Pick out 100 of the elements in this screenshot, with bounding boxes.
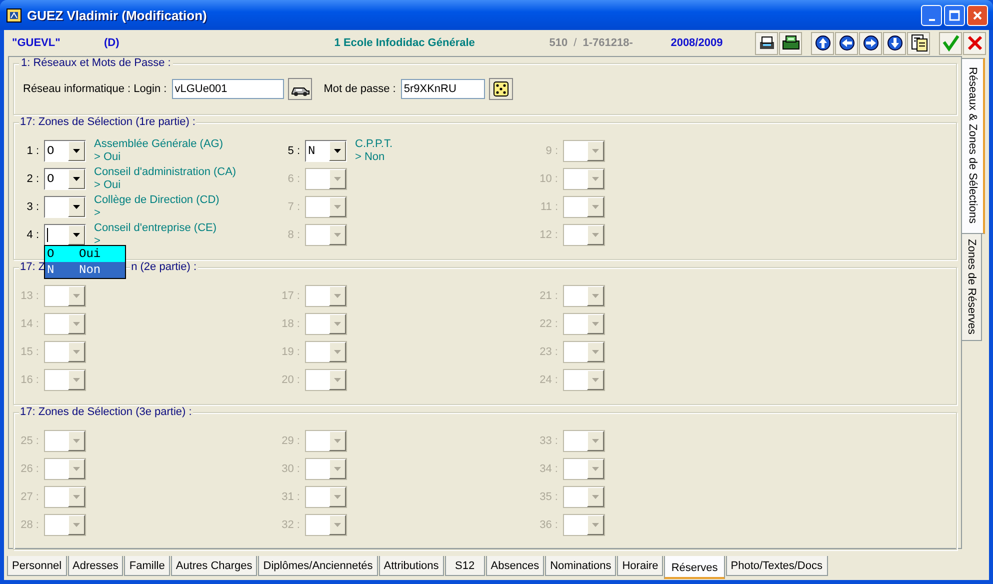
dropdown-arrow-icon [334,205,341,209]
zone-number: 14 : [20,317,40,332]
dropdown-arrow-icon [334,495,341,499]
minimize-button[interactable] [921,4,942,26]
tab[interactable]: Absences [486,556,544,576]
window-title: GUEZ Vladimir (Modification) [27,8,207,22]
zone-description: C.P.P.T. [355,138,393,151]
dropdown-arrow-icon [592,205,599,209]
dropdown-arrow-icon [73,350,80,354]
record-number: 510 [549,37,568,49]
zone-dropdown[interactable]: O [44,168,86,190]
document-button[interactable] [907,32,930,54]
close-button[interactable] [963,32,986,54]
tab[interactable]: Diplômes/Anciennetés [258,556,378,576]
zone-number: 1 : [26,144,40,159]
dropdown-arrow-icon [334,322,341,326]
dropdown-arrow-icon [334,523,341,527]
dropdown-arrow-icon [334,467,341,471]
document-icon [908,33,928,53]
tab[interactable]: Personnel [7,556,67,576]
tab[interactable]: Horaire [617,556,664,576]
up-arrow-button[interactable] [811,32,834,54]
right-arrow-button[interactable] [859,32,882,54]
section-title: n (2e partie) : [130,261,198,273]
zone-number: 19 : [280,345,301,360]
zone-answer: > Oui [94,151,122,164]
dropdown-arrow-icon [334,233,341,237]
login-field[interactable]: vLGUe001 [172,79,284,99]
dropdown-arrow-icon [592,177,599,181]
maximize-button[interactable] [944,4,965,26]
dropdown-arrow-icon [73,205,80,209]
zone-number: 28 : [20,518,40,533]
zone-number: 4 : [26,228,40,243]
down-arrow-button[interactable] [883,32,906,54]
zone-number: 13 : [20,289,40,304]
tab[interactable]: S12 [444,556,485,576]
school-year: 2008/2009 [670,37,723,49]
tab[interactable]: Nominations [545,556,616,576]
dropdown-arrow-icon [592,467,599,471]
dropdown-option[interactable]: N Non [45,262,125,278]
dropdown-arrow-icon [73,495,80,499]
side-tab[interactable]: Réseaux & Zones de Sélections [962,58,985,234]
separator: / [574,37,577,49]
tab[interactable]: Réserves [664,556,725,579]
zone-answer: > [94,235,102,248]
close-icon [972,10,983,20]
zone-number: 16 : [20,373,40,388]
zone-number: 30 : [280,462,301,477]
zone-number: 27 : [20,490,40,505]
tab[interactable]: Autres Charges [170,556,258,576]
reference-number: 1-761218- [582,37,634,49]
dropdown-arrow-icon [334,350,341,354]
tab[interactable]: Famille [124,556,170,576]
dice-icon [492,80,510,98]
zone-number: 32 : [280,518,301,533]
tab[interactable]: Adresses [68,556,124,576]
zone-number: 20 : [280,373,301,388]
password-field[interactable]: 5r9XKnRU [400,79,485,99]
tab[interactable]: Photo/Textes/Docs [726,556,828,576]
section-title: 1: Réseaux et Mots de Passe : [19,57,173,69]
checkmark-icon [940,33,960,53]
dropdown-arrow-icon [592,350,599,354]
printer-button[interactable] [755,32,778,54]
zone-answer: > Non [355,151,386,164]
employee-code: "GUEVL" [12,37,62,49]
dropdown-arrow-icon [592,439,599,443]
dropdown-arrow-icon [334,378,341,382]
zone-dropdown[interactable] [44,224,86,246]
zone-dropdown[interactable]: O [44,140,86,162]
generate-password-button[interactable] [488,78,513,100]
zone-dropdown[interactable]: N [305,140,347,162]
zone-number: 29 : [280,434,301,449]
dropdown-arrow-icon [73,378,80,382]
section-title: 17: Zones de Sélection (3e partie) : [19,406,193,418]
status-label: (D) [104,37,120,49]
zone-number: 2 : [26,172,40,187]
zone-number: 24 : [538,373,559,388]
login-button[interactable] [288,78,312,100]
zone-number: 26 : [20,462,40,477]
tab[interactable]: Attributions [378,556,444,576]
zone-answer: > Oui [94,179,122,192]
dropdown-option[interactable]: O Oui [45,246,125,262]
cash-register-button[interactable] [779,32,802,54]
left-arrow-button[interactable] [835,32,858,54]
dropdown-arrow-icon [73,439,80,443]
side-tab[interactable]: Zones de Réserves [962,232,982,341]
dropdown-arrow-icon [334,439,341,443]
app-icon [6,7,22,23]
zone-description: Conseil d'entreprise (CE) [94,222,217,235]
zone-number: 7 : [286,200,301,215]
zone-number: 21 : [538,289,559,304]
zone-answer: > [94,207,102,220]
zone-number: 11 : [539,200,559,215]
zone-number: 15 : [20,345,40,360]
maximize-icon [949,10,960,20]
zone-number: 22 : [538,317,559,332]
dropdown-arrow-icon [334,294,341,298]
zone-description: Collège de Direction (CD) [94,194,220,207]
checkmark-button[interactable] [939,32,962,54]
dropdown-arrow-icon [592,523,599,527]
